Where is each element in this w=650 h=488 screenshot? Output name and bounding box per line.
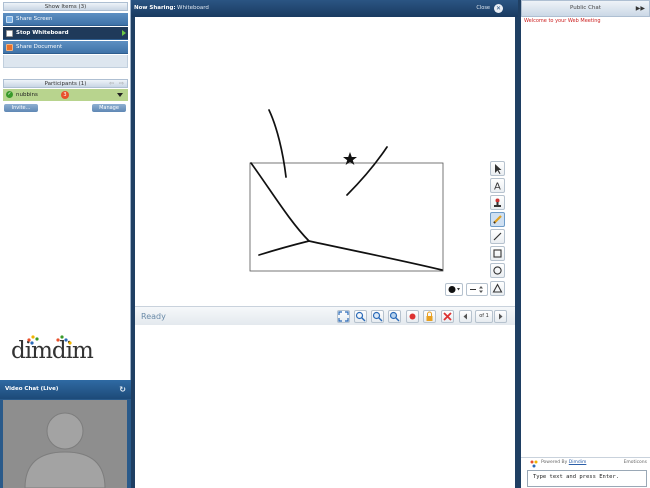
active-arrow-icon [122, 30, 126, 36]
expand-icon[interactable]: ▶▶ [636, 1, 645, 16]
stop-whiteboard-button[interactable]: Stop Whiteboard [3, 27, 128, 40]
manage-button[interactable]: Manage [92, 104, 126, 112]
color-picker-button[interactable] [445, 283, 463, 296]
video-chat-panel: Video Chat (Live) ↻ [0, 380, 131, 488]
stepper-arrows-icon [470, 286, 483, 293]
svg-text:A: A [494, 182, 501, 193]
participants-label: Participants (1) [44, 81, 87, 87]
public-chat-panel: Public Chat ▶▶ Welcome to your Web Meeti… [518, 0, 650, 488]
dimdim-small-logo-icon [530, 460, 538, 468]
chat-title: Public Chat [570, 5, 601, 11]
chat-footer: Powered By Dimdim Emoticons Type text an… [521, 457, 650, 488]
logo-dots-icon [27, 335, 72, 345]
presenter-check-icon: ✓ [6, 91, 13, 98]
lock-icon[interactable] [423, 310, 436, 323]
powered-by-text: Powered By Dimdim [541, 460, 586, 465]
whiteboard-canvas[interactable] [135, 17, 515, 307]
whiteboard-panel: Now Sharing: Whiteboard Close ✕ Ready of… [131, 0, 518, 488]
zoom-out-icon[interactable] [388, 310, 401, 323]
close-icon[interactable]: ✕ [494, 4, 503, 13]
pencil-tool-icon[interactable] [490, 212, 505, 227]
close-label[interactable]: Close [476, 0, 490, 17]
zoom-in-plus-icon[interactable] [371, 310, 384, 323]
video-frame [3, 400, 127, 488]
whiteboard-lower-area [135, 325, 515, 488]
refresh-icon[interactable]: ↻ [119, 380, 126, 399]
status-text: Ready [141, 312, 166, 321]
document-icon [6, 44, 13, 51]
text-tool-icon[interactable]: A [490, 178, 505, 193]
clear-icon[interactable] [441, 310, 454, 323]
participants-header: Participants (1) ⇦ ⇨ [3, 79, 128, 88]
stamp-tool-icon[interactable] [490, 195, 505, 210]
now-sharing-label: Now Sharing: [134, 5, 176, 11]
sharing-item-label: Whiteboard [177, 5, 209, 11]
page-counter: of 1 [475, 310, 493, 323]
line-tool-icon[interactable] [490, 229, 505, 244]
share-screen-label: Share Screen [16, 16, 53, 22]
share-document-label: Share Document [16, 44, 63, 50]
stop-whiteboard-label: Stop Whiteboard [16, 30, 69, 36]
show-items-header[interactable]: Show Items (3) [3, 2, 128, 11]
welcome-message: Welcome to your Web Meeting [524, 18, 601, 24]
chevron-down-icon[interactable] [117, 93, 123, 97]
whiteboard-icon [6, 30, 13, 37]
circle-tool-icon[interactable] [490, 263, 505, 278]
participants-next-icon[interactable]: ⇨ [119, 80, 124, 88]
next-page-icon[interactable] [494, 310, 507, 323]
color-swatch-icon [448, 286, 460, 293]
dimdim-logo: dimdim [11, 334, 94, 368]
invite-button[interactable]: Invite... [4, 104, 38, 112]
zoom-in-icon[interactable] [354, 310, 367, 323]
screen-icon [6, 16, 13, 23]
powered-by-label: Powered By [541, 460, 568, 465]
chat-header: Public Chat ▶▶ [521, 0, 650, 17]
share-panel-footer [3, 55, 128, 68]
whiteboard-toolbar: Ready of 1 [135, 306, 515, 325]
participants-prev-icon[interactable]: ⇦ [109, 80, 114, 88]
participant-name: nubbins [16, 92, 38, 98]
line-width-stepper[interactable] [466, 283, 488, 296]
chat-input[interactable]: Type text and press Enter. [527, 470, 647, 487]
fit-screen-icon[interactable] [337, 310, 350, 323]
participant-row[interactable]: ✓ nubbins 3 [3, 89, 128, 101]
whiteboard-drawing [249, 109, 444, 272]
participant-badge: 3 [61, 91, 69, 99]
avatar-silhouette-icon [24, 412, 106, 488]
share-document-button[interactable]: Share Document [3, 41, 128, 54]
share-screen-button[interactable]: Share Screen [3, 13, 128, 26]
prev-page-icon[interactable] [459, 310, 472, 323]
record-icon[interactable] [406, 310, 419, 323]
chat-messages: Welcome to your Web Meeting [521, 17, 650, 457]
video-chat-header: Video Chat (Live) ↻ [0, 380, 131, 399]
left-panel: Show Items (3) Share Screen Stop Whitebo… [0, 0, 131, 488]
emoticons-button[interactable]: Emoticons [624, 460, 647, 465]
video-chat-label: Video Chat (Live) [5, 386, 59, 392]
select-tool-icon[interactable] [490, 161, 505, 176]
triangle-tool-icon[interactable] [490, 281, 505, 296]
sharing-header: Now Sharing: Whiteboard Close ✕ [131, 0, 518, 17]
rectangle-tool-icon[interactable] [490, 246, 505, 261]
dimdim-link[interactable]: Dimdim [569, 460, 587, 465]
